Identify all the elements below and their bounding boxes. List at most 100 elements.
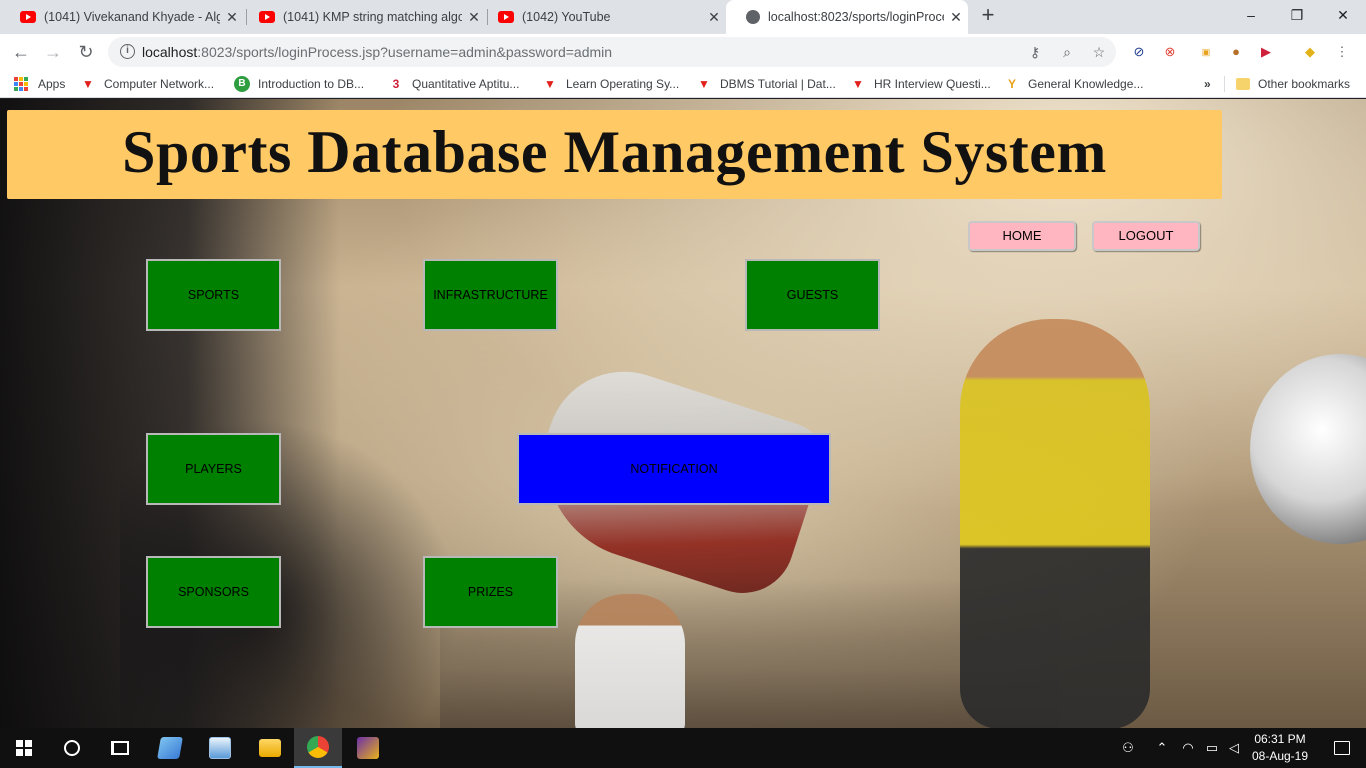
close-tab-icon[interactable]: ✕ [944,9,968,26]
bookmark-3-icon: 3 [392,77,400,91]
apps-grid-icon [14,77,28,91]
browser-tab-2[interactable]: (1041) KMP string matching algo ✕ [239,0,486,34]
tab-title: (1041) KMP string matching algo [283,10,462,24]
media-extension-icon[interactable]: ▶ [1256,42,1276,62]
bookmark-label: DBMS Tutorial | Dat... [720,77,836,91]
bookmark-label: Introduction to DB... [258,77,365,91]
menu-kebab-icon[interactable]: ⋮ [1332,42,1352,62]
search-button[interactable] [48,728,96,768]
background-football [1250,354,1366,544]
notepad-icon [157,737,183,759]
browser-tab-3[interactable]: (1042) YouTube ✕ [478,0,726,34]
youtube-icon [259,11,275,23]
wifi-icon[interactable]: ◠ [1178,728,1198,768]
star-icon[interactable]: ☆ [1090,43,1108,61]
youtube-icon [498,11,514,23]
restore-button[interactable]: ❐ [1274,0,1320,30]
background-player [960,319,1150,728]
reload-icon[interactable]: ↻ [74,40,98,64]
show-hidden-icons-chevron-icon[interactable]: ⌃ [1152,728,1172,768]
clock-date: 08-Aug-19 [1251,749,1309,763]
info-icon[interactable]: i [120,44,135,59]
browser-tab-active[interactable]: localhost:8023/sports/loginProce ✕ [726,0,968,34]
people-icon[interactable]: ⚇ [1116,728,1140,768]
browser-tab-1[interactable]: (1041) Vivekanand Khyade - Algo ✕ [0,0,244,34]
close-tab-icon[interactable]: ✕ [702,9,726,26]
bookmark-general-knowledge[interactable]: Y General Knowledge... [1004,75,1143,93]
forward-arrow-icon[interactable]: → [41,40,65,64]
volume-icon[interactable]: ◁ [1224,728,1244,768]
tab-title: (1042) YouTube [522,10,611,24]
off-extension-icon[interactable]: ▣ [1196,42,1216,62]
cookie-extension-icon[interactable]: ● [1226,42,1246,62]
folder-icon [259,739,281,757]
bookmark-apps[interactable]: Apps [14,75,65,93]
bookmark-introduction-db[interactable]: B Introduction to DB... [234,75,364,93]
taskbar-app-chrome[interactable] [294,728,342,768]
logout-button[interactable]: LOGOUT [1092,221,1200,251]
close-window-button[interactable]: ✕ [1320,0,1366,30]
infrastructure-tile[interactable]: INFRASTRUCTURE [423,259,558,331]
bookmark-dbms-tutorial[interactable]: ▼ DBMS Tutorial | Dat... [696,75,836,93]
profile-avatar-icon[interactable]: ◆ [1300,42,1320,62]
windows-taskbar: ⚇ ⌃ ◠ ▭ ◁ 06:31 PM 08-Aug-19 [0,728,1366,768]
block-extension-icon[interactable]: ⊘ [1129,42,1149,62]
bookmark-hr-interview[interactable]: ▼ HR Interview Questi... [850,75,991,93]
notification-tile[interactable]: NOTIFICATION [517,433,831,505]
bookmarks-bar: Apps ▼ Computer Network... B Introductio… [0,70,1366,98]
chrome-icon [307,736,329,758]
url-text[interactable]: localhost:8023/sports/loginProcess.jsp?u… [142,44,612,60]
search-icon [64,740,80,756]
page-title: Sports Database Management System [122,119,1107,185]
page-viewport: Sports Database Management System HOME L… [0,99,1366,728]
taskbar-app-file-explorer[interactable] [246,728,294,768]
prizes-tile[interactable]: PRIZES [423,556,558,628]
no-extension-icon[interactable]: ⊗ [1160,42,1180,62]
action-center-button[interactable] [1318,728,1366,768]
task-view-icon [111,741,129,755]
browser-toolbar: ← → ↻ i localhost:8023/sports/loginProce… [0,34,1366,70]
windows-logo-icon [16,740,32,756]
new-tab-button[interactable]: + [976,4,1000,28]
taskbar-app-paint[interactable] [196,728,244,768]
page-header: Sports Database Management System [7,110,1222,199]
globe-icon [746,10,760,24]
notification-icon [1334,741,1350,755]
url-host: localhost [142,44,198,60]
bookmark-quantitative[interactable]: 3 Quantitative Aptitu... [388,75,520,93]
guests-tile[interactable]: GUESTS [745,259,880,331]
paint-icon [209,737,231,759]
tab-title: (1041) Vivekanand Khyade - Algo [44,10,220,24]
key-icon[interactable]: ⚷ [1026,43,1044,61]
sponsors-tile[interactable]: SPONSORS [146,556,281,628]
system-clock[interactable]: 06:31 PM 08-Aug-19 [1244,731,1316,765]
task-view-button[interactable] [96,728,144,768]
start-button[interactable] [0,728,48,768]
bookmark-computer-network[interactable]: ▼ Computer Network... [80,75,214,93]
bookmark-label: Other bookmarks [1258,77,1351,91]
bookmark-v-icon: ▼ [544,77,556,91]
players-tile[interactable]: PLAYERS [146,433,281,505]
home-button[interactable]: HOME [968,221,1076,251]
battery-icon[interactable]: ▭ [1202,728,1222,768]
sports-tile[interactable]: SPORTS [146,259,281,331]
back-arrow-icon[interactable]: ← [9,40,33,64]
address-bar[interactable]: i localhost:8023/sports/loginProcess.jsp… [108,37,1116,67]
bookmark-person-icon: Y [1007,77,1016,91]
zoom-icon[interactable]: ⌕ [1058,43,1076,61]
folder-icon [1236,78,1250,90]
taskbar-app-notepad[interactable] [146,728,194,768]
bookmarks-overflow-button[interactable]: » [1204,75,1211,93]
bookmark-other[interactable]: Other bookmarks [1236,75,1350,93]
bookmark-label: Apps [38,77,66,91]
url-path: :8023/sports/loginProcess.jsp?username=a… [197,44,613,60]
bookmark-v-icon: ▼ [852,77,864,91]
tab-strip: (1041) Vivekanand Khyade - Algo ✕ (1041)… [0,0,1366,34]
bookmark-label: Computer Network... [104,77,215,91]
minimize-button[interactable]: – [1228,0,1274,30]
taskbar-app-game[interactable] [344,728,392,768]
bookmark-operating-system[interactable]: ▼ Learn Operating Sy... [542,75,679,93]
bookmark-label: General Knowledge... [1028,77,1144,91]
bookmark-label: Learn Operating Sy... [566,77,680,91]
bookmark-divider [1224,76,1225,92]
